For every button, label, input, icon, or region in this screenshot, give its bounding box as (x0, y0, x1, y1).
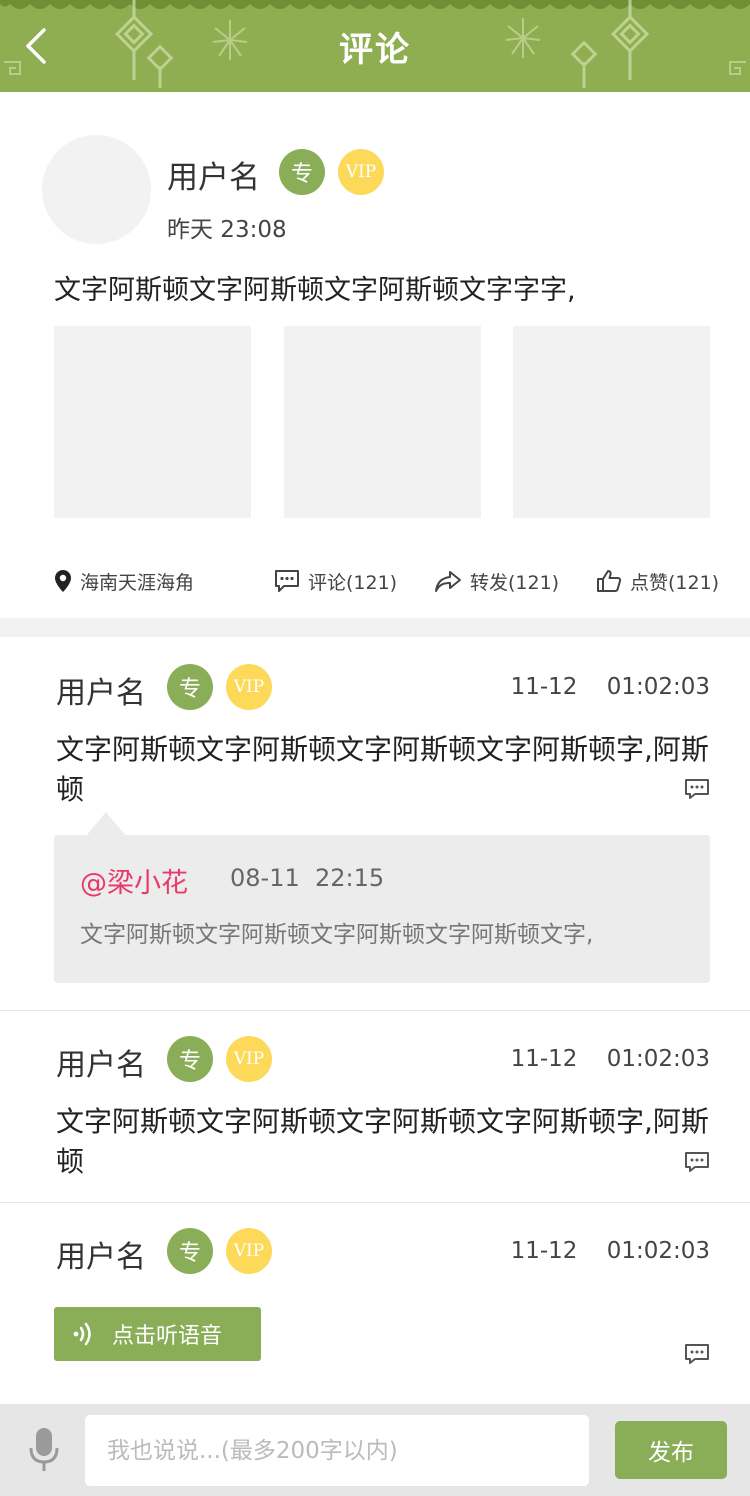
forward-count-label: 转发(121) (470, 571, 560, 594)
location-pin-icon (55, 570, 71, 592)
comment-username[interactable]: 用户名 (56, 1040, 146, 1084)
comment-date: 11-12 (510, 1238, 578, 1264)
comment-input[interactable] (85, 1415, 589, 1486)
comment-time: 01:02:03 (606, 1238, 710, 1264)
comment-time: 01:02:03 (606, 674, 710, 700)
comment-timestamp: 11-12 01:02:03 (511, 1238, 710, 1264)
section-separator (0, 618, 750, 637)
expert-badge: 专 (167, 1228, 213, 1274)
vip-badge: VIP (226, 1228, 272, 1274)
comment-date: 11-12 (510, 1046, 578, 1072)
reply-pointer (86, 812, 126, 836)
voice-wave-icon (73, 1322, 91, 1346)
expert-badge: 专 (167, 1036, 213, 1082)
vip-badge: VIP (338, 149, 384, 195)
comment-count-label: 评论(121) (308, 571, 398, 594)
reply-time: 22:15 (315, 864, 385, 892)
location: 海南天涯海角 (54, 566, 194, 596)
comment-timestamp: 11-12 01:02:03 (511, 674, 710, 700)
mention-username[interactable]: @梁小花 (80, 861, 188, 900)
reply-text: 文字阿斯顿文字阿斯顿文字阿斯顿文字阿斯顿文字, (80, 922, 594, 948)
thumbs-up-icon (597, 570, 622, 592)
comment-text: 文字阿斯顿文字阿斯顿文字阿斯顿文字阿斯顿字,阿斯顿 (56, 733, 709, 806)
like-action[interactable]: 点赞(121) (596, 566, 719, 596)
like-count-label: 点赞(121) (630, 571, 720, 594)
comment-timestamp: 11-12 01:02:03 (511, 1046, 710, 1072)
publish-button[interactable]: 发布 (615, 1421, 727, 1479)
forward-action[interactable]: 转发(121) (434, 566, 559, 596)
vip-badge: VIP (226, 1036, 272, 1082)
comment-username[interactable]: 用户名 (56, 1232, 146, 1276)
reply-date: 08-11 (230, 864, 300, 892)
divider (0, 1010, 750, 1011)
expert-badge: 专 (279, 149, 325, 195)
expert-badge: 专 (167, 664, 213, 710)
comment-icon (275, 570, 299, 592)
comment-date: 11-12 (510, 674, 578, 700)
post-username[interactable]: 用户名 (167, 152, 260, 197)
divider (0, 1202, 750, 1203)
comment-action[interactable]: 评论(121) (274, 566, 397, 596)
play-voice-button[interactable]: 点击听语音 (54, 1307, 261, 1361)
post-text: 文字阿斯顿文字阿斯顿文字阿斯顿文字字字, (54, 275, 576, 306)
location-label: 海南天涯海角 (80, 571, 195, 594)
post-image[interactable] (284, 326, 481, 518)
avatar[interactable] (42, 135, 151, 244)
comment-input-bar: 发布 (0, 1404, 750, 1496)
reply-icon[interactable] (684, 1343, 710, 1365)
play-voice-label: 点击听语音 (112, 1324, 223, 1349)
comment-time: 01:02:03 (606, 1046, 710, 1072)
page-title: 评论 (339, 30, 411, 70)
share-arrow-icon (435, 571, 461, 592)
reply-icon[interactable] (684, 1151, 710, 1173)
vip-badge: VIP (226, 664, 272, 710)
comment-username[interactable]: 用户名 (56, 668, 146, 712)
comment-text: 文字阿斯顿文字阿斯顿文字阿斯顿文字阿斯顿字,阿斯顿 (56, 1105, 709, 1178)
post-image[interactable] (54, 326, 251, 518)
reply-box: @梁小花 08-11 22:15 文字阿斯顿文字阿斯顿文字阿斯顿文字阿斯顿文字, (54, 835, 710, 983)
microphone-icon[interactable] (27, 1426, 61, 1474)
post-image[interactable] (513, 326, 710, 518)
post-time: 昨天 23:08 (167, 217, 287, 243)
top-navigation-bar: 评论 (0, 0, 750, 92)
reply-timestamp: 08-11 22:15 (230, 864, 384, 892)
reply-icon[interactable] (684, 778, 710, 800)
